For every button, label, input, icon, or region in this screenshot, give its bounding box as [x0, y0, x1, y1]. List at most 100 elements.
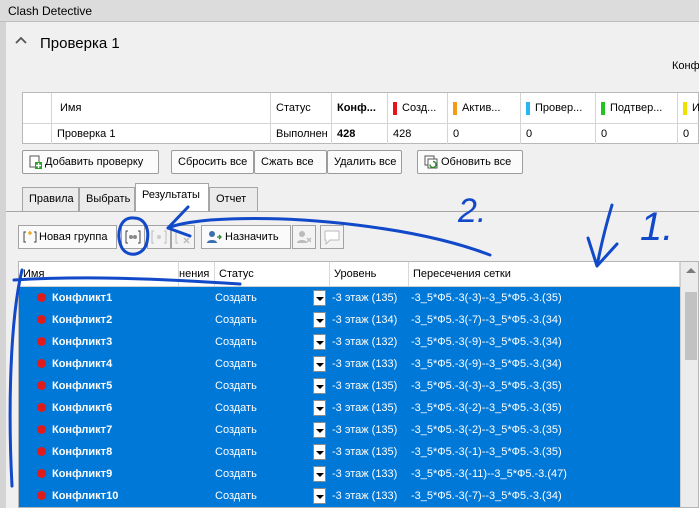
row-selector[interactable] — [23, 124, 52, 144]
grid-header-name[interactable]: Имя — [19, 262, 179, 286]
table-row[interactable]: Конфликт2 Создать -3 этаж (134) -3_5*Ф5.-3(… — [19, 309, 680, 331]
active-color-swatch — [453, 101, 457, 115]
clash-status-dot-icon — [37, 381, 46, 390]
status-dropdown-arrow-icon[interactable] — [313, 422, 326, 438]
clash-grid-intersection-cell: -3_5*Ф5.-3(-3)--3_5*Ф5.-3.(35) — [411, 292, 562, 304]
group-selected-button[interactable] — [121, 225, 145, 249]
left-edge — [0, 22, 6, 508]
grid-header-hidden[interactable]: нения — [179, 262, 215, 286]
table-row[interactable]: Конфликт3 Создать -3 этаж (132) -3_5*Ф5.-3(… — [19, 331, 680, 353]
clash-name-cell[interactable]: Конфликт9 — [52, 463, 212, 485]
clash-name-cell[interactable]: Конфликт1 — [52, 287, 212, 309]
clash-name-cell[interactable]: Конфликт8 — [52, 441, 212, 463]
clash-status-dot-icon — [37, 469, 46, 478]
clash-status-cell[interactable]: Создать — [215, 309, 311, 331]
clash-status-cell[interactable]: Создать — [215, 353, 311, 375]
clash-level-cell: -3 этаж (135) — [332, 380, 398, 392]
status-dropdown-arrow-icon[interactable] — [313, 290, 326, 306]
grid-header-grid-intersection[interactable]: Пересечения сетки — [409, 262, 680, 286]
clash-status-cell[interactable]: Создать — [215, 419, 311, 441]
status-dropdown-arrow-icon[interactable] — [313, 378, 326, 394]
resolved-color-swatch — [683, 101, 687, 115]
table-row[interactable]: Конфликт9 Создать -3 этаж (133) -3_5*Ф5.-3(… — [19, 463, 680, 485]
status-dropdown-arrow-icon[interactable] — [313, 334, 326, 350]
grid-header-level[interactable]: Уровень — [330, 262, 409, 286]
status-dropdown-arrow-icon[interactable] — [313, 466, 326, 482]
clash-name-cell[interactable]: Конфликт10 — [52, 485, 212, 507]
status-dropdown-arrow-icon[interactable] — [313, 488, 326, 504]
clash-level-cell: -3 этаж (133) — [332, 358, 398, 370]
column-header-resolved[interactable]: И — [678, 93, 699, 124]
tab-results[interactable]: Результаты — [135, 183, 209, 212]
tab-report[interactable]: Отчет — [209, 187, 258, 211]
update-icon — [424, 155, 438, 169]
compact-all-button[interactable]: Сжать все — [254, 150, 327, 174]
column-header-new[interactable]: Созд... — [388, 93, 448, 124]
clash-name-cell[interactable]: Конфликт6 — [52, 397, 212, 419]
table-row[interactable]: Конфликт8 Создать -3 этаж (135) -3_5*Ф5.-3(… — [19, 441, 680, 463]
tab-rules[interactable]: Правила — [22, 187, 79, 211]
column-header-approved[interactable]: Подтвер... — [596, 93, 678, 124]
clash-status-cell[interactable]: Создать — [215, 331, 311, 353]
add-test-button[interactable]: Добавить проверку — [22, 150, 159, 174]
clash-grid-intersection-cell: -3_5*Ф5.-3(-2)--3_5*Ф5.-3.(35) — [411, 402, 562, 414]
scroll-up-arrow-icon[interactable] — [686, 268, 696, 273]
clash-status-cell[interactable]: Создать — [215, 441, 311, 463]
add-test-icon — [29, 155, 42, 170]
column-header-conflicts[interactable]: Конф... — [332, 93, 388, 124]
column-header-status[interactable]: Статус — [271, 93, 332, 124]
test-conflicts-cell: 428 — [332, 124, 388, 144]
group-clashes-icon — [125, 230, 141, 244]
clash-status-cell[interactable]: Создать — [215, 375, 311, 397]
clash-level-cell: -3 этаж (135) — [332, 446, 398, 458]
grid-header-status[interactable]: Статус — [215, 262, 330, 286]
remove-from-group-button[interactable] — [171, 225, 195, 249]
clash-status-cell[interactable]: Создать — [215, 287, 311, 309]
add-test-label: Добавить проверку — [45, 156, 144, 168]
table-row[interactable]: Конфликт1 Создать -3 этаж (135) -3_5*Ф5.-3(… — [19, 287, 680, 309]
clash-name-cell[interactable]: Конфликт4 — [52, 353, 212, 375]
clash-name-cell[interactable]: Конфликт5 — [52, 375, 212, 397]
clash-status-cell[interactable]: Создать — [215, 397, 311, 419]
clash-grid-intersection-cell: -3_5*Ф5.-3(-9)--3_5*Ф5.-3.(34) — [411, 358, 562, 370]
clash-status-dot-icon — [37, 491, 46, 500]
test-status-cell: Выполнен — [271, 124, 332, 144]
table-row[interactable]: Конфликт5 Создать -3 этаж (135) -3_5*Ф5.-3(… — [19, 375, 680, 397]
status-dropdown-arrow-icon[interactable] — [313, 356, 326, 372]
assign-user-icon — [207, 231, 222, 244]
column-header-active[interactable]: Актив... — [448, 93, 521, 124]
clash-level-cell: -3 этаж (132) — [332, 336, 398, 348]
test-name-cell[interactable]: Проверка 1 — [52, 124, 271, 144]
unassign-button[interactable] — [292, 225, 316, 249]
column-header-name[interactable]: Имя — [52, 93, 271, 124]
ungroup-button[interactable] — [147, 225, 171, 249]
assign-button[interactable]: Назначить — [201, 225, 291, 249]
tab-select[interactable]: Выбрать — [79, 187, 135, 211]
clash-status-cell[interactable]: Создать — [215, 485, 311, 507]
clash-status-dot-icon — [37, 293, 46, 302]
status-dropdown-arrow-icon[interactable] — [313, 400, 326, 416]
clash-name-cell[interactable]: Конфликт2 — [52, 309, 212, 331]
update-all-button[interactable]: Обновить все — [417, 150, 523, 174]
new-group-icon — [23, 231, 37, 243]
status-dropdown-arrow-icon[interactable] — [313, 312, 326, 328]
header-active-label: Актив... — [462, 102, 501, 114]
table-row[interactable]: Конфликт6 Создать -3 этаж (135) -3_5*Ф5.-3(… — [19, 397, 680, 419]
scrollbar-thumb[interactable] — [685, 292, 697, 360]
new-group-button[interactable]: Новая группа — [18, 225, 117, 249]
table-row[interactable]: Конфликт4 Создать -3 этаж (133) -3_5*Ф5.-3(… — [19, 353, 680, 375]
clash-status-cell[interactable]: Создать — [215, 463, 311, 485]
status-dropdown-arrow-icon[interactable] — [313, 444, 326, 460]
header-reviewed-label: Провер... — [535, 102, 583, 114]
delete-all-button[interactable]: Удалить все — [327, 150, 402, 174]
vertical-scrollbar[interactable] — [680, 262, 698, 507]
test-reviewed-cell: 0 — [521, 124, 596, 144]
column-header-reviewed[interactable]: Провер... — [521, 93, 596, 124]
collapse-chevron-icon[interactable] — [14, 33, 28, 47]
reset-all-button[interactable]: Сбросить все — [171, 150, 254, 174]
clash-name-cell[interactable]: Конфликт3 — [52, 331, 212, 353]
add-comment-button[interactable] — [320, 225, 344, 249]
table-row[interactable]: Конфликт10 Создать -3 этаж (133) -3_5*Ф5.-3… — [19, 485, 680, 507]
clash-name-cell[interactable]: Конфликт7 — [52, 419, 212, 441]
table-row[interactable]: Конфликт7 Создать -3 этаж (135) -3_5*Ф5.-3(… — [19, 419, 680, 441]
